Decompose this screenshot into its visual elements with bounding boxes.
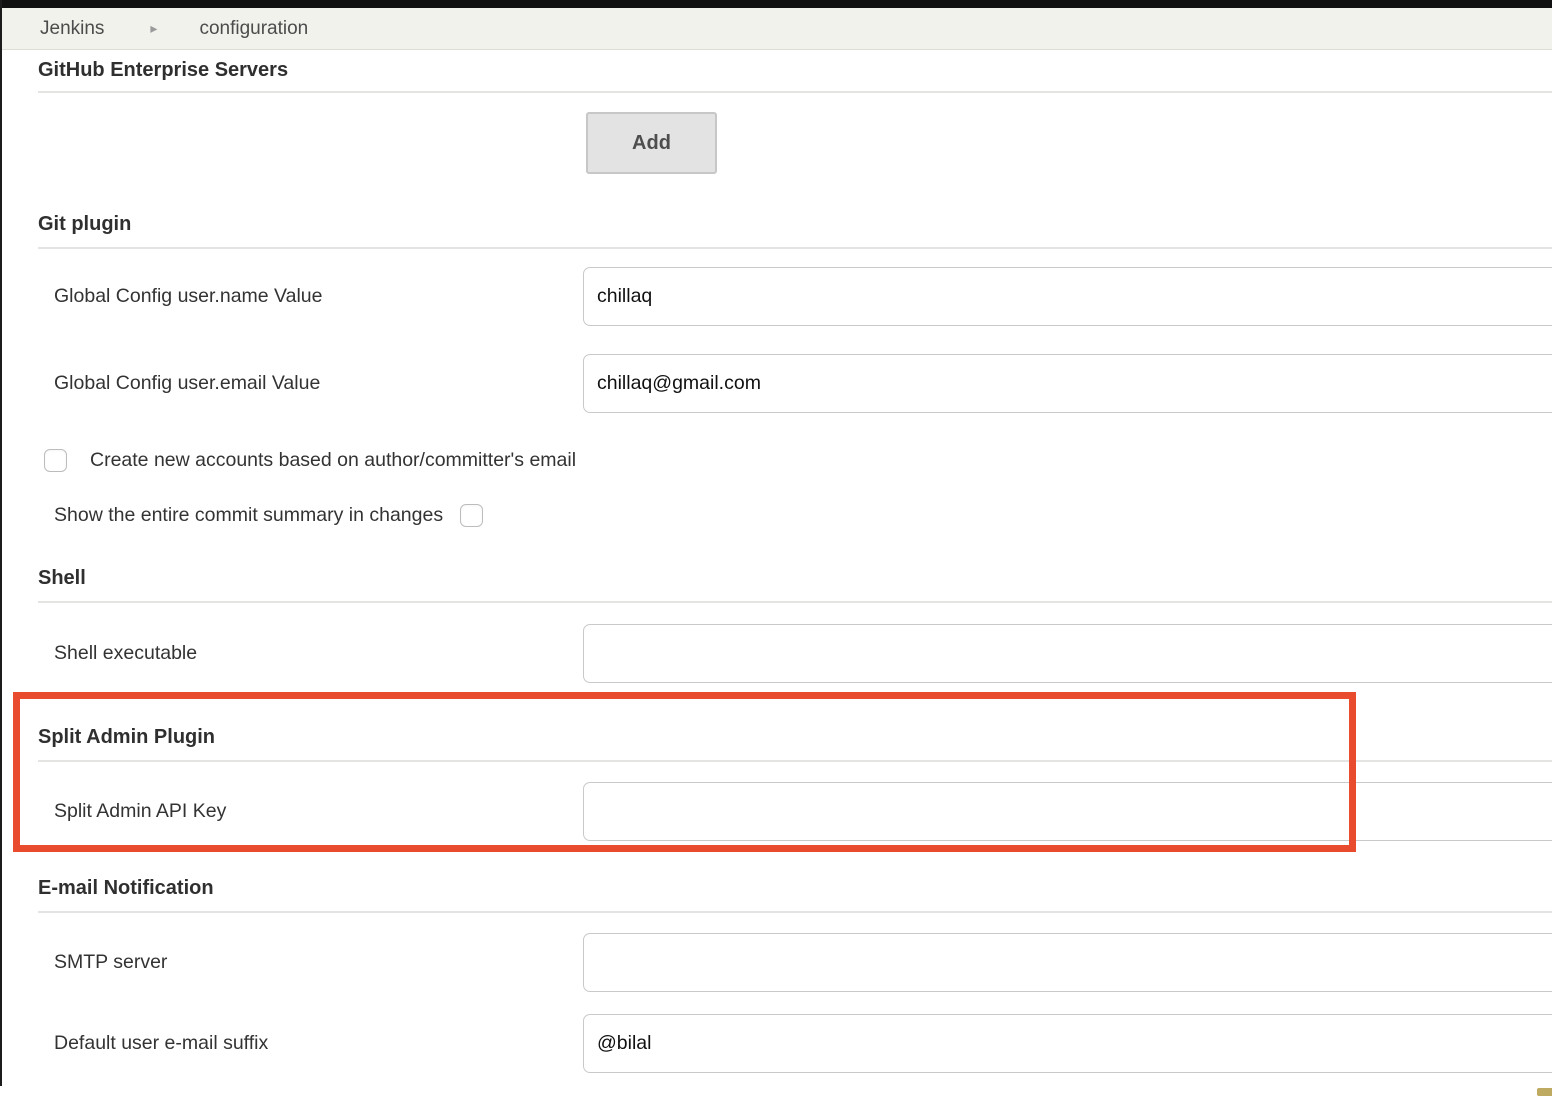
user-name-label: Global Config user.name Value <box>54 267 583 309</box>
create-accounts-checkbox[interactable] <box>44 449 67 472</box>
section-divider <box>38 911 1552 913</box>
create-accounts-label: Create new accounts based on author/comm… <box>90 449 576 472</box>
create-accounts-row: Create new accounts based on author/comm… <box>0 447 1552 473</box>
form-row-user-name: Global Config user.name Value <box>0 267 1552 326</box>
window-top-bar <box>0 0 1552 8</box>
breadcrumb-jenkins[interactable]: Jenkins <box>40 18 104 40</box>
commit-summary-row: Show the entire commit summary in change… <box>0 502 1552 528</box>
form-row-email-suffix: Default user e-mail suffix <box>0 1014 1552 1073</box>
email-suffix-label: Default user e-mail suffix <box>54 1014 583 1056</box>
smtp-server-label: SMTP server <box>54 933 583 975</box>
form-row-shell-executable: Shell executable <box>0 624 1552 683</box>
split-admin-api-key-label: Split Admin API Key <box>54 782 583 824</box>
form-row-smtp-server: SMTP server <box>0 933 1552 992</box>
user-email-input[interactable] <box>583 354 1552 413</box>
section-title-git-plugin: Git plugin <box>38 211 1552 237</box>
section-divider <box>38 247 1552 249</box>
section-title-shell: Shell <box>38 565 1552 591</box>
configuration-form: GitHub Enterprise Servers Add Git plugin… <box>0 57 1552 1073</box>
gold-artifact-icon <box>1537 1088 1552 1096</box>
commit-summary-label: Show the entire commit summary in change… <box>54 504 443 527</box>
smtp-server-input[interactable] <box>583 933 1552 992</box>
form-row-user-email: Global Config user.email Value <box>0 354 1552 413</box>
user-email-label: Global Config user.email Value <box>54 354 583 396</box>
form-row-split-admin-api-key: Split Admin API Key <box>0 782 1552 841</box>
breadcrumb-configuration[interactable]: configuration <box>199 18 308 40</box>
shell-executable-input[interactable] <box>583 624 1552 683</box>
section-divider <box>38 601 1552 603</box>
email-suffix-input[interactable] <box>583 1014 1552 1073</box>
window-left-edge <box>0 0 2 1086</box>
split-admin-api-key-input[interactable] <box>583 782 1552 841</box>
section-title-email-notification: E-mail Notification <box>38 875 1552 901</box>
section-title-split-admin-plugin: Split Admin Plugin <box>38 724 1552 750</box>
user-name-input[interactable] <box>583 267 1552 326</box>
section-title-github-enterprise-servers: GitHub Enterprise Servers <box>38 57 1552 83</box>
chevron-right-icon: ▸ <box>150 20 157 37</box>
add-button-row: Add <box>0 112 1552 174</box>
section-divider <box>38 760 1552 762</box>
breadcrumb: Jenkins ▸ configuration <box>0 8 1552 50</box>
commit-summary-checkbox[interactable] <box>460 504 483 527</box>
shell-executable-label: Shell executable <box>54 624 583 666</box>
add-github-server-button[interactable]: Add <box>586 112 717 174</box>
section-divider <box>38 91 1552 93</box>
